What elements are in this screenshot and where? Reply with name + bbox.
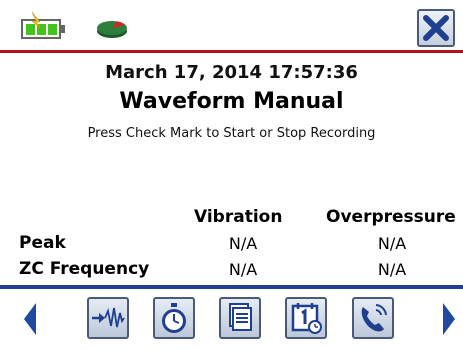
battery-charging-icon [20, 11, 80, 46]
page-title: Waveform Manual [119, 89, 344, 114]
waveform-button[interactable] [87, 297, 129, 339]
phone-call-icon [354, 299, 392, 337]
previous-button[interactable] [22, 301, 38, 337]
zc-overpressure-value: N/A [377, 260, 407, 279]
timer-button[interactable] [153, 297, 195, 339]
close-button[interactable] [417, 9, 455, 47]
next-button[interactable] [441, 301, 457, 337]
row-label-peak: Peak [19, 233, 66, 253]
call-button[interactable] [352, 297, 394, 339]
waveform-icon [89, 299, 127, 337]
column-header-overpressure: Overpressure [326, 207, 456, 227]
status-bar [0, 0, 463, 50]
right-arrow-icon [441, 301, 457, 337]
documents-icon [221, 299, 259, 337]
row-label-zc-frequency: ZC Frequency [19, 259, 150, 279]
calendar-clock-icon [287, 299, 325, 337]
documents-button[interactable] [219, 297, 261, 339]
left-arrow-icon [22, 301, 38, 337]
column-header-vibration: Vibration [194, 207, 283, 227]
toolbar-divider [0, 285, 463, 289]
zc-vibration-value: N/A [228, 260, 258, 279]
peak-overpressure-value: N/A [377, 234, 407, 253]
peak-vibration-value: N/A [228, 234, 258, 253]
instruction-text: Press Check Mark to Start or Stop Record… [87, 126, 376, 141]
header-divider [0, 50, 463, 53]
timer-icon [155, 299, 193, 337]
datetime-label: March 17, 2014 17:57:36 [105, 62, 358, 83]
calendar-button[interactable] [285, 297, 327, 339]
close-icon [419, 15, 453, 49]
memory-disk-icon [95, 18, 129, 44]
